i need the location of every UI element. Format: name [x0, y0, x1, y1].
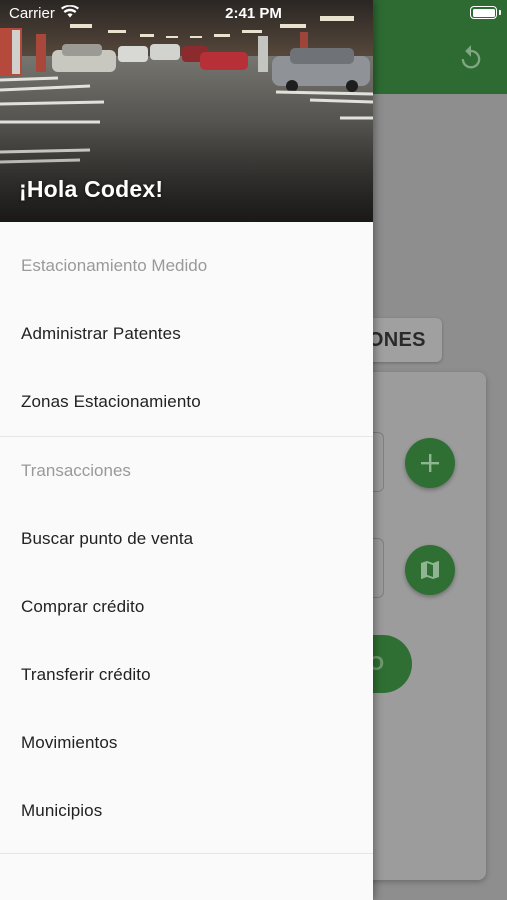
status-bar: Carrier 2:41 PM — [0, 0, 507, 26]
clock: 2:41 PM — [225, 5, 282, 22]
map-button[interactable] — [405, 545, 455, 595]
drawer-greeting: ¡Hola Codex! — [19, 176, 164, 202]
menu-item-movimientos[interactable]: Movimientos — [0, 709, 373, 777]
map-icon — [421, 561, 439, 579]
menu-item-comprar-credito[interactable]: Comprar crédito — [0, 573, 373, 641]
plus-icon — [421, 454, 439, 472]
section-header-estacionamiento: Estacionamiento Medido — [21, 256, 208, 275]
menu-item-buscar-punto-de-venta[interactable]: Buscar punto de venta — [0, 505, 373, 573]
divider — [0, 853, 373, 854]
menu-item-zonas-estacionamiento[interactable]: Zonas Estacionamiento — [0, 368, 373, 436]
battery-tip — [499, 10, 501, 15]
drawer-header: ¡Hola Codex! — [0, 0, 373, 222]
menu-item-municipios[interactable]: Municipios — [0, 777, 373, 845]
add-button[interactable] — [405, 438, 455, 488]
menu-item-administrar-patentes[interactable]: Administrar Patentes — [0, 300, 373, 368]
refresh-icon[interactable] — [457, 44, 485, 72]
battery-icon — [470, 6, 497, 19]
menu-item-transferir-credito[interactable]: Transferir crédito — [0, 641, 373, 709]
navigation-drawer: ¡Hola Codex! Estacionamiento Medido Admi… — [0, 0, 373, 900]
section-header-transacciones: Transacciones — [21, 461, 131, 480]
